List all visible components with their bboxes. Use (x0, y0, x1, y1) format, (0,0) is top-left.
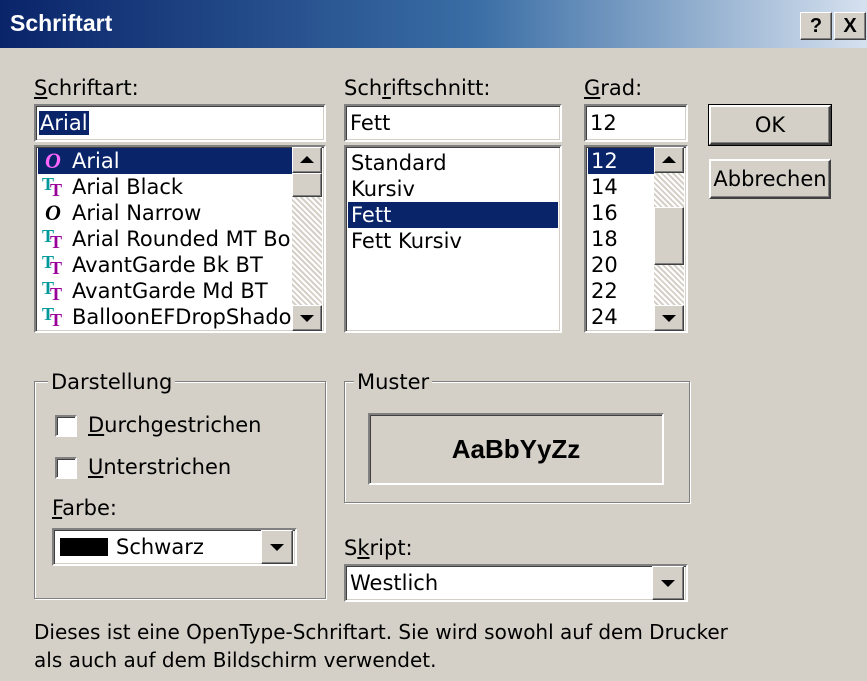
size-scroll-thumb[interactable] (654, 207, 684, 265)
sample-legend: Muster (354, 370, 433, 394)
opentype-icon: O (42, 200, 66, 225)
color-value: Schwarz (116, 535, 204, 559)
sample-preview: AaBbYyZz (368, 413, 664, 485)
size-list-item[interactable]: 16 (588, 200, 654, 226)
font-list-item[interactable]: T T AvantGarde Bk BT (38, 252, 292, 278)
size-list-item[interactable]: 24 (588, 304, 654, 330)
font-scroll-thumb[interactable] (292, 173, 322, 197)
style-list-item[interactable]: Standard (348, 150, 558, 176)
font-list-item[interactable]: T T BalloonEFDropShadow (38, 304, 309, 330)
arrow-up-icon (300, 156, 314, 163)
font-list-item-label: Arial Narrow (72, 201, 202, 225)
style-list-item[interactable]: Fett (348, 202, 558, 228)
font-list-item[interactable]: T T AvantGarde Md BT (38, 278, 292, 304)
script-select[interactable]: Westlich (344, 564, 688, 602)
effects-legend: Darstellung (48, 370, 176, 394)
underline-label[interactable]: Unterstrichen (88, 455, 231, 479)
font-list-item-label: AvantGarde Md BT (72, 279, 268, 303)
arrow-down-icon (662, 315, 676, 322)
truetype-icon: TT (42, 226, 66, 252)
style-value: Fett (350, 111, 391, 135)
size-scroll-down-button[interactable] (654, 305, 684, 331)
font-list-item[interactable]: T T Arial Rounded MT Bold (38, 226, 310, 252)
truetype-icon: TT (42, 278, 66, 304)
size-scroll-up-button[interactable] (654, 147, 684, 173)
size-list-item[interactable]: 20 (588, 252, 654, 278)
svg-text:O: O (45, 201, 61, 223)
font-list-item[interactable]: O Arial Narrow (38, 200, 292, 226)
font-list-item-label: Arial Rounded MT Bold (72, 227, 310, 251)
font-list-item[interactable]: T T Arial Black (38, 174, 292, 200)
underline-checkbox[interactable] (55, 457, 77, 479)
style-label: Schriftschnitt: (344, 76, 491, 100)
svg-text:O: O (45, 149, 61, 171)
script-label: Skript: (344, 536, 413, 560)
chevron-down-icon (661, 580, 675, 587)
font-list-item-label: Arial (72, 149, 120, 173)
svg-text:T: T (50, 180, 62, 197)
size-list[interactable]: 12 14 16 18 20 22 24 (584, 145, 688, 333)
size-label: Grad: (584, 76, 643, 100)
arrow-up-icon (662, 156, 676, 163)
title-bar[interactable] (0, 0, 867, 48)
color-label: Farbe: (52, 496, 117, 520)
font-list-item[interactable]: O Arial (38, 148, 292, 174)
strikeout-label[interactable]: Durchgestrichen (88, 413, 262, 437)
sample-text: AaBbYyZz (451, 434, 581, 464)
font-list[interactable]: O Arial T T Arial Black O Arial Narrow T T Arial … (34, 145, 326, 333)
info-line-1: Dieses ist eine OpenType-Schriftart. Sie… (34, 620, 728, 644)
chevron-down-icon (270, 544, 284, 551)
ok-button[interactable]: OK (708, 104, 832, 146)
truetype-icon: TT (42, 304, 66, 330)
opentype-icon: O (42, 148, 66, 173)
font-list-item-label: Arial Black (72, 175, 184, 199)
color-swatch (60, 538, 108, 556)
arrow-down-icon (300, 315, 314, 322)
size-list-item[interactable]: 14 (588, 174, 654, 200)
size-input[interactable]: 12 (584, 104, 688, 142)
font-list-item-label: BalloonEFDropShadow (72, 305, 309, 329)
style-input[interactable]: Fett (344, 104, 562, 142)
color-dropdown-button[interactable] (261, 530, 293, 564)
truetype-icon: TT (42, 252, 66, 278)
svg-text:T: T (50, 310, 62, 327)
script-dropdown-button[interactable] (652, 566, 684, 600)
size-list-item[interactable]: 22 (588, 278, 654, 304)
truetype-icon: TT (42, 174, 66, 200)
font-list-item-label: AvantGarde Bk BT (72, 253, 263, 277)
strikeout-checkbox[interactable] (55, 415, 77, 437)
svg-text:T: T (50, 232, 62, 249)
help-button[interactable]: ? (800, 12, 832, 40)
info-line-2: als auch auf dem Bildschirm verwendet. (34, 648, 437, 672)
color-select[interactable]: Schwarz (52, 528, 297, 566)
window-title: Schriftart (10, 10, 113, 36)
font-name-input[interactable]: Arial (34, 104, 326, 142)
font-scroll-down-button[interactable] (292, 305, 322, 331)
svg-text:T: T (50, 284, 62, 301)
cancel-button[interactable]: Abbrechen (709, 159, 831, 199)
font-scroll-up-button[interactable] (292, 147, 322, 173)
style-list-item[interactable]: Fett Kursiv (348, 228, 558, 254)
close-button[interactable]: X (834, 12, 866, 40)
font-label-rest: chriftart: (47, 76, 139, 100)
font-name-value: Arial (39, 111, 89, 135)
size-value: 12 (590, 111, 617, 135)
font-label: Schriftart: (34, 76, 139, 100)
script-value: Westlich (350, 571, 439, 595)
style-list-item[interactable]: Kursiv (348, 176, 558, 202)
size-list-item[interactable]: 18 (588, 226, 654, 252)
style-list[interactable]: Standard Kursiv Fett Fett Kursiv (344, 145, 562, 333)
size-list-item[interactable]: 12 (588, 148, 654, 174)
svg-text:T: T (50, 258, 62, 275)
